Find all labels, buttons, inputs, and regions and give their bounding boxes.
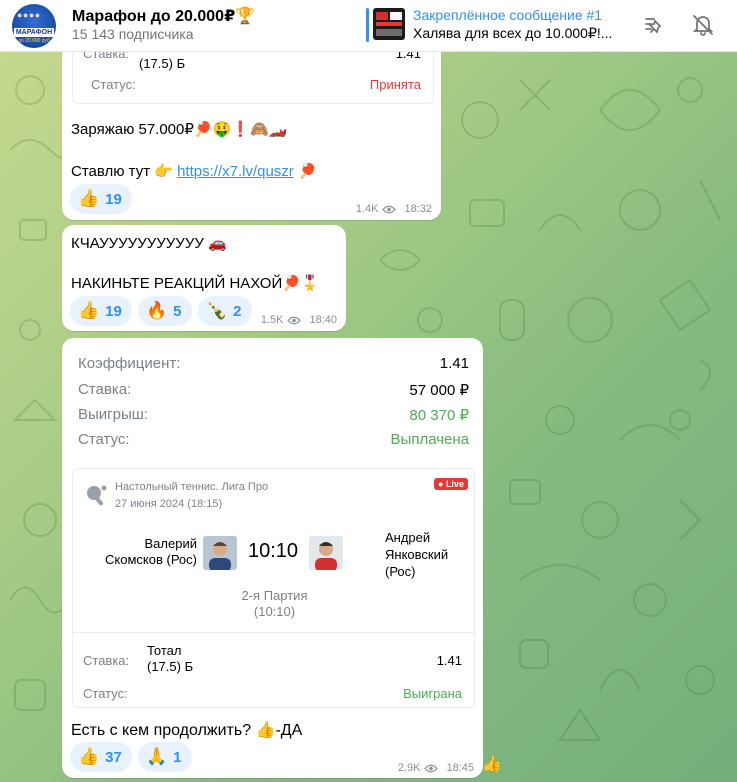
reaction-thumbs-up[interactable]: 👍 37 <box>70 742 132 772</box>
status-label: Статус: <box>78 431 130 448</box>
player1-photo <box>203 536 237 570</box>
channel-avatar[interactable]: ● ● ● ● МАРАФОН до 20.000 руб <box>12 4 56 48</box>
stake-label: Ставка: <box>78 381 132 398</box>
message-meta: 1.4K 18:32 <box>356 203 432 215</box>
win-label: Выигрыш: <box>78 406 148 423</box>
status-label: Статус: <box>91 77 136 92</box>
live-badge: ● Live <box>434 478 468 490</box>
view-count: 2.9K <box>397 762 421 774</box>
avatar-sub-text: до 20.000 руб <box>18 38 50 44</box>
message-text: 🏓 <box>293 163 317 180</box>
pin-list-icon[interactable] <box>640 12 666 38</box>
chat-header: ● ● ● ● МАРАФОН до 20.000 руб Марафон до… <box>0 0 737 52</box>
pinned-message-title[interactable]: Закреплённое сообщение #1 <box>413 7 602 23</box>
message-text-line: Есть с кем продолжить? 👍-ДА <box>71 722 303 739</box>
avatar-people-image: ● ● ● ● <box>17 10 40 20</box>
message-time: 18:45 <box>446 762 474 774</box>
message-text-line: КЧАУУУУУУУУУУУ 🚗 <box>71 235 227 252</box>
channel-title[interactable]: Марафон до 20.000₽🏆 <box>72 6 255 26</box>
stake-value: 57 000 ₽ <box>409 382 469 399</box>
quick-reaction-button[interactable]: 👍 <box>482 754 502 774</box>
reaction-count: 19 <box>105 302 122 320</box>
bet-link[interactable]: https://x7.lv/quszr <box>177 163 294 180</box>
reaction-emoji: 🍾 <box>206 301 228 320</box>
stake-text: (17.5) Б <box>139 56 186 71</box>
reaction-thumbs-up[interactable]: 👍 19 <box>70 184 132 214</box>
status-value: Принята <box>369 77 421 92</box>
player2-last-name: Янковский <box>385 547 449 562</box>
player2-photo <box>309 536 343 570</box>
reaction-emoji: 👍 <box>78 301 100 320</box>
message-meta: 2.9K 18:45 <box>398 762 474 774</box>
reaction-count: 2 <box>233 302 242 320</box>
message-bubble-1[interactable]: Ставка: (17.5) Б 1.41 Статус: Принята За… <box>62 28 441 220</box>
message-text-line: НАКИНЬТЕ РЕАКЦИЙ НАХОЙ🏓🎖️ <box>71 275 320 292</box>
player1-name: Валерий Скомсков (Рос) <box>73 536 197 568</box>
view-count: 1.4K <box>355 203 379 215</box>
period-score: (10:10) <box>253 604 296 619</box>
eye-icon <box>287 316 302 324</box>
player2-name: Андрей Янковский (Рос) <box>385 529 448 580</box>
win-value: 80 370 ₽ <box>409 407 469 424</box>
message-meta: 1.5K 18:40 <box>261 314 337 326</box>
reaction-pray[interactable]: 🙏 1 <box>138 742 192 772</box>
message-text-line: Ставлю тут 👉 https://x7.lv/quszr 🏓 <box>71 162 317 180</box>
reaction-count: 37 <box>105 748 122 766</box>
match-date: 27 июня 2024 (18:15) <box>115 498 223 510</box>
stake-label: Ставка: <box>83 653 130 668</box>
reaction-fire[interactable]: 🔥 5 <box>138 296 192 326</box>
live-badge-text: Live <box>445 479 464 489</box>
reaction-emoji: 👍 <box>78 747 100 766</box>
match-score: 10:10 <box>247 540 299 562</box>
message-time: 18:32 <box>404 203 432 215</box>
period-info: 2-я Партия (10:10) <box>73 588 476 620</box>
coefficient-value: 1.41 <box>439 355 469 372</box>
reaction-emoji: 👍 <box>78 189 100 208</box>
view-count: 1.5K <box>260 314 284 326</box>
stake-type: Тотал <box>147 643 182 658</box>
league-name: Настольный теннис. Лига Про <box>115 481 269 493</box>
message-bubble-2[interactable]: КЧАУУУУУУУУУУУ 🚗 НАКИНЬТЕ РЕАКЦИЙ НАХОЙ🏓… <box>62 225 346 331</box>
message-bubble-3[interactable]: Коэффициент: 1.41 Ставка: 57 000 ₽ Выигр… <box>62 338 483 778</box>
stake-text: Тотал (17.5) Б <box>147 643 193 675</box>
coefficient-label: Коэффициент: <box>78 355 181 372</box>
reaction-count: 1 <box>173 748 182 766</box>
avatar-brand-text: МАРАФОН <box>14 28 54 37</box>
match-card: Настольный теннис. Лига Про 27 июня 2024… <box>72 468 476 708</box>
player2-country: (Рос) <box>385 564 416 579</box>
pinned-indicator-bar <box>366 8 369 42</box>
reaction-champagne[interactable]: 🍾 2 <box>198 296 252 326</box>
table-tennis-icon <box>87 485 107 506</box>
player1-first-name: Валерий <box>144 536 197 551</box>
status-value: Выплачена <box>390 431 469 448</box>
divider <box>73 632 476 633</box>
reaction-thumbs-up[interactable]: 👍 19 <box>70 296 132 326</box>
status-value: Выиграна <box>403 686 462 701</box>
reaction-count: 5 <box>173 302 182 320</box>
period-name: 2-я Партия <box>241 588 308 603</box>
pinned-message-text[interactable]: Халява для всех до 10.000₽!... <box>413 25 612 42</box>
message-time: 18:40 <box>309 314 337 326</box>
eye-icon <box>382 205 397 213</box>
player2-first-name: Андрей <box>385 530 431 545</box>
message-text: Ставлю тут 👉 <box>71 163 178 180</box>
subscriber-count: 15 143 подписчика <box>72 26 194 42</box>
stake-value: 1.41 <box>436 653 462 668</box>
reaction-emoji: 🙏 <box>146 747 168 766</box>
reaction-count: 19 <box>105 190 122 208</box>
pinned-thumbnail[interactable] <box>373 8 405 40</box>
stake-line: (17.5) Б <box>147 659 194 674</box>
reaction-emoji: 🔥 <box>146 301 168 320</box>
message-text-line: Заряжаю 57.000₽🏓🤑❗🙈🏎️ <box>71 121 288 138</box>
player1-last-name: Скомсков (Рос) <box>105 552 197 567</box>
mute-bell-icon[interactable] <box>690 12 716 38</box>
eye-icon <box>424 764 439 772</box>
status-label: Статус: <box>83 686 128 701</box>
